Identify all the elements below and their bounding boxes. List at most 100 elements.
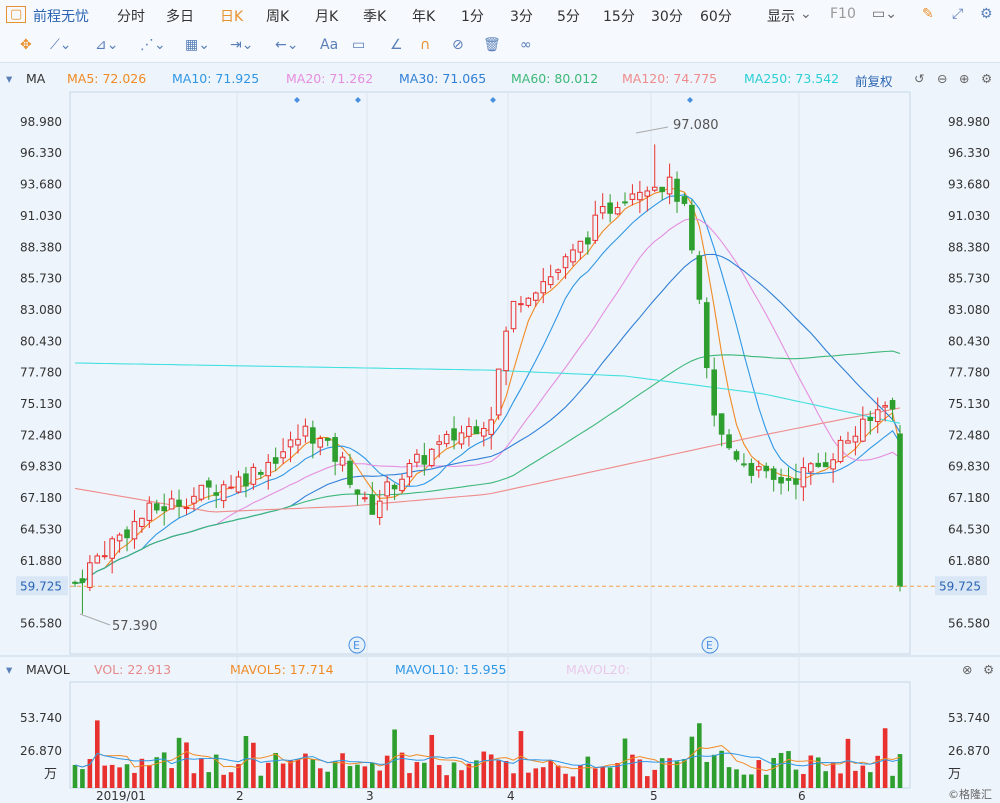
volume-bar xyxy=(540,767,546,788)
volume-bar xyxy=(511,773,516,788)
x-label-0: 2019/01 xyxy=(96,789,146,803)
y-tick-L-2: 93.680 xyxy=(20,178,62,192)
volume-bar xyxy=(117,767,122,788)
volume-bar xyxy=(288,759,293,788)
volume-bar xyxy=(369,762,375,788)
volume-bar xyxy=(184,742,189,788)
candle-body xyxy=(213,492,220,496)
candle-body xyxy=(800,467,807,488)
volume-bar xyxy=(436,765,442,788)
vol-tick-R-0: 53.740 xyxy=(948,711,990,725)
volume-bar xyxy=(503,761,509,788)
volume-bar xyxy=(600,766,606,788)
low-annotation: 57.390 xyxy=(112,619,158,634)
volume-bar xyxy=(355,764,360,788)
volume-bar xyxy=(221,774,226,788)
candle-body xyxy=(414,453,420,463)
x-label-4: 5 xyxy=(650,789,658,803)
candle-body xyxy=(488,419,495,435)
candle-body xyxy=(599,206,606,214)
candle-body xyxy=(310,427,316,444)
candle-body xyxy=(161,506,167,512)
candle-body xyxy=(592,214,599,241)
volume-bar xyxy=(347,766,353,788)
candle-body xyxy=(354,489,361,495)
candle-body xyxy=(153,503,160,511)
volume-bar xyxy=(637,759,643,788)
candle-body xyxy=(384,481,390,497)
candle-body xyxy=(168,498,175,510)
candle-body xyxy=(324,437,331,441)
candle-body xyxy=(428,448,435,467)
x-label-1: 2 xyxy=(236,789,244,803)
ma20-line xyxy=(74,218,901,584)
candle-body xyxy=(265,461,272,477)
candle-body xyxy=(399,478,405,492)
candle-body xyxy=(362,497,368,500)
volume-bar xyxy=(771,757,776,788)
volume-bar xyxy=(526,772,531,788)
volume-bar xyxy=(258,775,264,788)
candle-body xyxy=(228,486,234,489)
candle-body xyxy=(317,438,324,448)
candle-body xyxy=(87,562,93,588)
volume-bar xyxy=(384,755,390,788)
ma250-line xyxy=(74,362,901,424)
vol-unit-R: 万 xyxy=(948,767,961,782)
candle-body xyxy=(302,425,309,437)
candle-body xyxy=(406,463,413,478)
candle-body xyxy=(339,456,346,466)
candle-body xyxy=(503,330,509,372)
high-leader xyxy=(635,126,669,134)
candle-body xyxy=(711,369,717,416)
volume-bar xyxy=(444,775,449,788)
candle-body xyxy=(250,466,257,485)
candle-body xyxy=(882,405,888,408)
volume-bar xyxy=(139,758,145,788)
candle-body xyxy=(763,465,770,472)
candle-body xyxy=(822,462,829,468)
candle-body xyxy=(109,538,115,559)
y-tick-R-12: 67.180 xyxy=(948,491,990,505)
volume-bar xyxy=(689,736,695,788)
candle-body xyxy=(176,499,182,507)
candle-body xyxy=(443,433,450,445)
volume-bar xyxy=(853,770,858,788)
candle-body xyxy=(466,426,472,437)
candle-body xyxy=(808,463,814,473)
volume-bar xyxy=(407,773,412,788)
volume-bar xyxy=(317,768,323,788)
y-tick-R-2: 93.680 xyxy=(948,178,990,192)
volume-bar xyxy=(860,765,866,788)
volume-bar xyxy=(169,768,174,788)
kline-chart[interactable]: 98.980 98.980 96.330 96.330 93.680 93.680 91.0… xyxy=(0,0,1000,803)
plot-frame xyxy=(69,91,911,655)
candle-body xyxy=(874,409,881,423)
candle-body xyxy=(733,451,740,460)
candle-body xyxy=(205,480,212,488)
candle-body xyxy=(770,468,777,480)
volume-bar xyxy=(674,761,680,788)
y-tick-R-1: 96.330 xyxy=(948,146,990,160)
volume-bar xyxy=(72,764,78,788)
candle-body xyxy=(191,495,197,504)
watermark: ©格隆汇 xyxy=(948,787,992,801)
volume-bar xyxy=(228,772,234,788)
volume-bar xyxy=(845,738,851,788)
candle-body xyxy=(495,368,502,416)
volume-bar xyxy=(422,762,427,788)
dividend-marker-icon xyxy=(490,97,496,103)
y-tick-R-9: 75.130 xyxy=(948,397,990,411)
volume-bar xyxy=(734,769,739,788)
y-tick-R-4: 88.380 xyxy=(948,240,990,254)
candle-body xyxy=(726,434,732,449)
event-marker-label: E xyxy=(706,639,713,652)
dividend-marker-icon xyxy=(294,97,300,103)
candle-body xyxy=(116,534,123,542)
candle-body xyxy=(837,439,844,463)
y-tick-R-7: 80.430 xyxy=(948,334,990,348)
candle-body xyxy=(473,426,480,435)
candle-body xyxy=(243,473,249,487)
volume-bar xyxy=(897,754,903,788)
candle-body xyxy=(637,191,643,201)
